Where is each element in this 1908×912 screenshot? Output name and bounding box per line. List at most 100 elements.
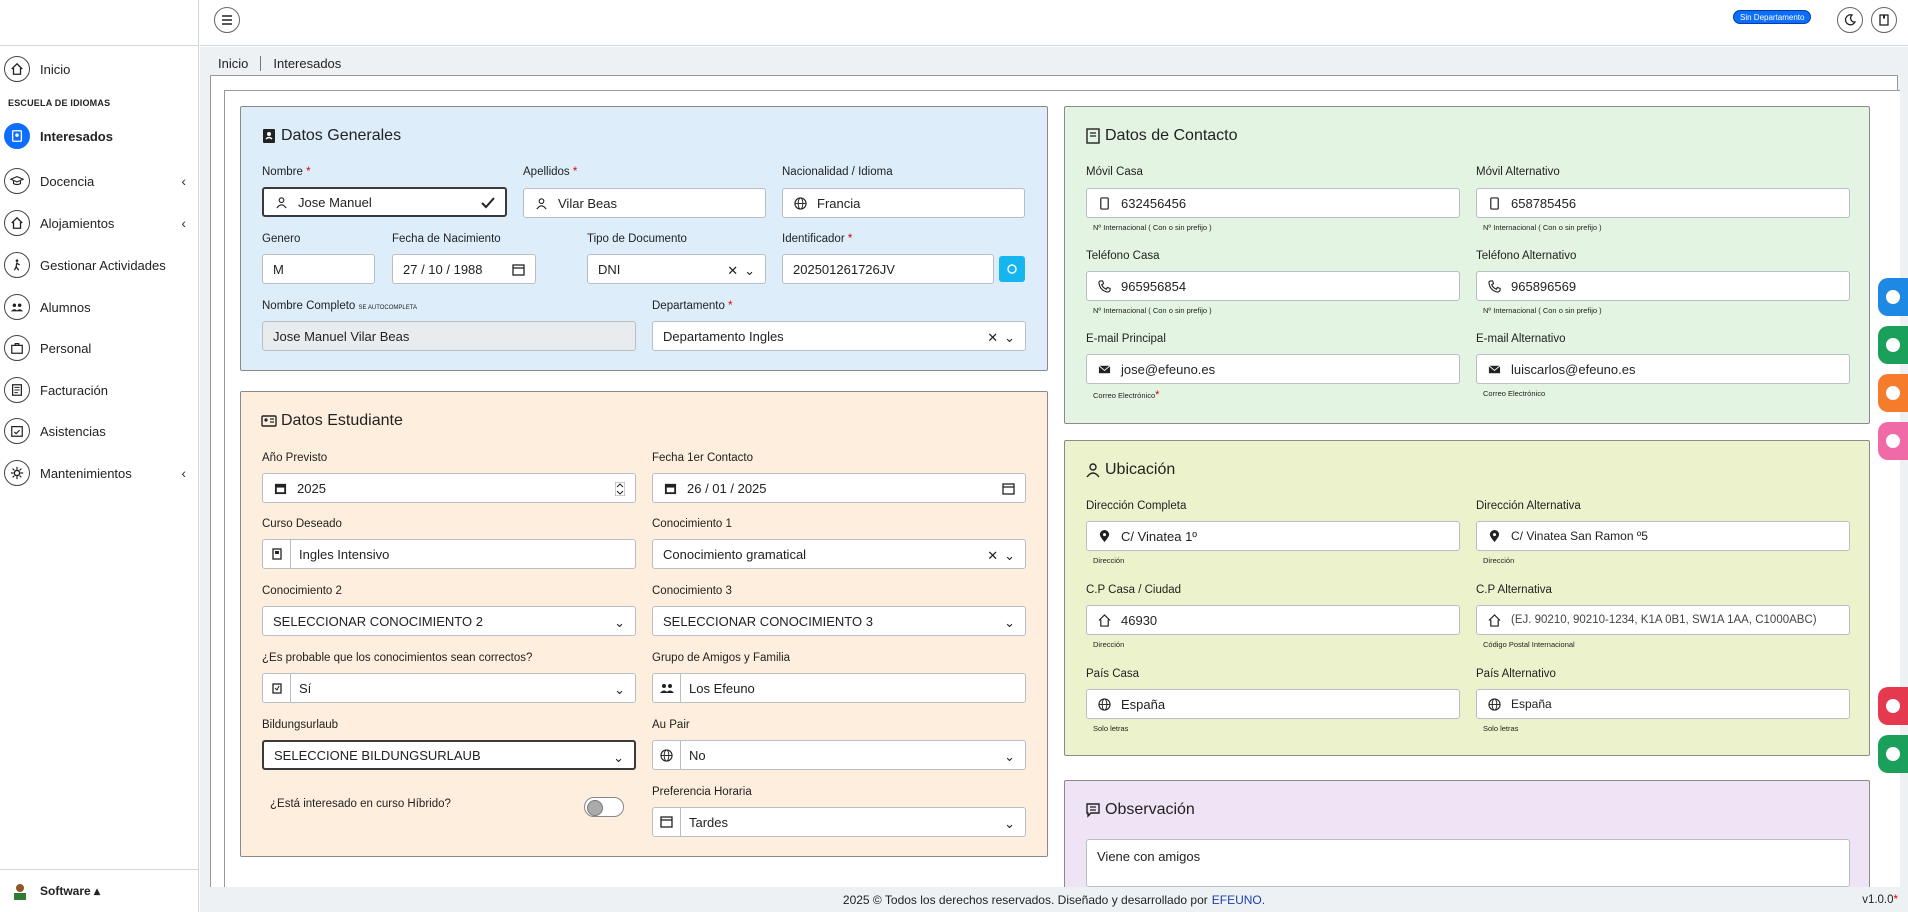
hiking-icon	[4, 252, 30, 278]
hibrido-label: ¿Está interesado en curso Híbrido?	[270, 798, 451, 810]
generate-id-button[interactable]	[999, 256, 1025, 282]
sidebar-item-asistencias[interactable]: Asistencias	[4, 416, 194, 446]
conocimiento1-select[interactable]: Conocimiento gramatical ✕ ⌄	[652, 539, 1026, 569]
clear-icon[interactable]: ✕	[727, 263, 738, 279]
apellidos-input[interactable]: Vilar Beas	[523, 188, 766, 218]
email-alt-input[interactable]: luiscarlos@efeuno.es	[1476, 354, 1850, 384]
tipo-documento-select[interactable]: DNI ✕ ⌄	[587, 254, 766, 284]
sidebar-item-inicio[interactable]: Inicio	[4, 54, 194, 84]
departamento-label: Departamento *	[652, 300, 733, 312]
sidebar-item-label: Inicio	[40, 61, 71, 77]
sidebar-item-gestionar-actividades[interactable]: Gestionar Actividades	[4, 250, 194, 280]
email-hint: Correo Electrónico*	[1093, 389, 1160, 401]
software-menu[interactable]: Software ▴	[0, 869, 199, 912]
cp-alt-input[interactable]: (EJ. 90210, 90210-1234, K1A 0B1, SW1A 1A…	[1476, 605, 1850, 635]
sidebar-item-docencia[interactable]: Docencia ‹	[4, 166, 194, 196]
footer-text: 2025 © Todos los derechos reservados. Di…	[842, 892, 1208, 907]
identificador-input[interactable]: 202501261726JV	[782, 254, 994, 284]
shoe-side-tab[interactable]	[1878, 374, 1908, 412]
bildungsurlaub-label: Bildungsurlaub	[262, 719, 339, 731]
chevron-down-icon: ⌄	[1004, 749, 1015, 764]
movil-alt-label: Móvil Alternativo	[1476, 166, 1560, 178]
grupo-label: Grupo de Amigos y Familia	[652, 652, 791, 664]
telefono-alt-input[interactable]: 965896569	[1476, 271, 1850, 301]
sidebar-item-personal[interactable]: Personal	[4, 333, 194, 363]
genero-input[interactable]: M	[262, 254, 375, 284]
breadcrumb-home[interactable]: Inicio	[218, 56, 260, 71]
fecha-contacto-input[interactable]: 26 / 01 / 2025	[652, 473, 1026, 503]
conocimiento2-select[interactable]: SELECCIONAR CONOCIMIENTO 2 ⌄	[262, 606, 636, 636]
check-icon	[1886, 747, 1900, 761]
briefcase-icon	[4, 335, 30, 361]
departamento-select[interactable]: Departamento Ingles ✕ ⌄	[652, 321, 1026, 351]
version-label: v1.0.0*	[1862, 894, 1898, 906]
sidebar-item-mantenimientos[interactable]: Mantenimientos ‹	[4, 458, 194, 488]
aupair-select[interactable]: No ⌄	[652, 740, 1026, 770]
envelope-icon	[1097, 362, 1111, 376]
bildungsurlaub-select[interactable]: SELECCIONE BILDUNGSURLAUB ⌄	[262, 740, 636, 770]
user-location-icon	[1086, 463, 1100, 478]
sidebar-item-interesados[interactable]: Interesados	[4, 121, 194, 151]
pais-label: País Casa	[1086, 668, 1140, 680]
preferencia-select[interactable]: Tardes ⌄	[652, 807, 1026, 837]
dark-mode-button[interactable]	[1837, 7, 1863, 33]
calendar-icon	[663, 481, 677, 495]
sidebar-item-facturacion[interactable]: Facturación	[4, 375, 194, 405]
identificador-label: Identificador *	[782, 233, 853, 245]
cancel-side-tab[interactable]	[1878, 687, 1908, 725]
invoice-icon	[4, 377, 30, 403]
menu-toggle-button[interactable]	[214, 7, 240, 33]
direccion-alt-input[interactable]: C/ Vinatea San Ramon º5	[1476, 521, 1850, 551]
panel-title: Datos de Contacto	[1085, 127, 1238, 145]
direccion-label: Dirección Completa	[1086, 500, 1187, 512]
globe-icon	[1487, 697, 1501, 711]
stepper-icon[interactable]	[615, 482, 625, 496]
nombre-input[interactable]: Jose Manuel	[262, 187, 507, 217]
email-input[interactable]: jose@efeuno.es	[1086, 354, 1460, 384]
nacionalidad-input[interactable]: Francia	[782, 188, 1025, 218]
address-book-icon	[1086, 128, 1100, 144]
sidebar-item-label: Asistencias	[40, 423, 106, 439]
add-side-tab[interactable]	[1878, 326, 1908, 364]
sidebar-item-label: Gestionar Actividades	[40, 257, 166, 273]
sidebar-item-alumnos[interactable]: Alumnos	[4, 292, 194, 322]
bookmark-button[interactable]	[1871, 7, 1897, 33]
breadcrumb-current[interactable]: Interesados	[260, 56, 353, 71]
fecha-nacimiento-input[interactable]: 27 / 10 / 1988	[392, 254, 536, 284]
info-side-tab[interactable]	[1878, 278, 1908, 316]
globe-icon	[653, 741, 681, 769]
observacion-textarea[interactable]: Viene con amigos	[1086, 839, 1850, 887]
moon-icon	[1844, 14, 1856, 26]
pais-input[interactable]: España	[1086, 689, 1460, 719]
clear-icon[interactable]: ✕	[987, 548, 998, 564]
calendar-check-icon	[4, 418, 30, 444]
sidebar: Inicio ESCUELA DE IDIOMAS Interesados Do…	[0, 0, 199, 912]
pais-alt-input[interactable]: España	[1476, 689, 1850, 719]
map-pin-icon	[1097, 529, 1111, 543]
sidebar-section-title: ESCUELA DE IDIOMAS	[8, 98, 111, 108]
anio-previsto-input[interactable]: 2025	[262, 473, 636, 503]
direccion-input[interactable]: C/ Vinatea 1º	[1086, 521, 1460, 551]
probable-select[interactable]: Sí ⌄	[262, 673, 636, 703]
hibrido-toggle[interactable]	[584, 797, 624, 817]
grupo-input[interactable]: Los Efeuno	[652, 673, 1026, 703]
users-icon	[653, 674, 681, 702]
conocimiento3-select[interactable]: SELECCIONAR CONOCIMIENTO 3 ⌄	[652, 606, 1026, 636]
calendar-icon[interactable]	[1002, 482, 1015, 495]
curso-deseado-input[interactable]: Ingles Intensivo	[262, 539, 636, 569]
clear-icon[interactable]: ✕	[987, 330, 998, 346]
card-side-tab[interactable]	[1878, 422, 1908, 460]
telefono-input[interactable]: 965956854	[1086, 271, 1460, 301]
panel-title: Datos Generales	[261, 127, 401, 145]
cp-input[interactable]: 46930	[1086, 605, 1460, 635]
movil-alt-input[interactable]: 658785456	[1476, 188, 1850, 218]
curso-deseado-label: Curso Deseado	[262, 518, 342, 530]
users-icon	[4, 294, 30, 320]
sidebar-item-alojamientos[interactable]: Alojamientos ‹	[4, 208, 194, 238]
home-icon	[4, 56, 30, 82]
footer-link[interactable]: EFEUNO.	[1212, 893, 1265, 907]
movil-input[interactable]: 632456456	[1086, 188, 1460, 218]
cp-hint: Dirección	[1093, 640, 1125, 649]
save-side-tab[interactable]	[1878, 735, 1908, 773]
refresh-icon	[1007, 264, 1017, 274]
